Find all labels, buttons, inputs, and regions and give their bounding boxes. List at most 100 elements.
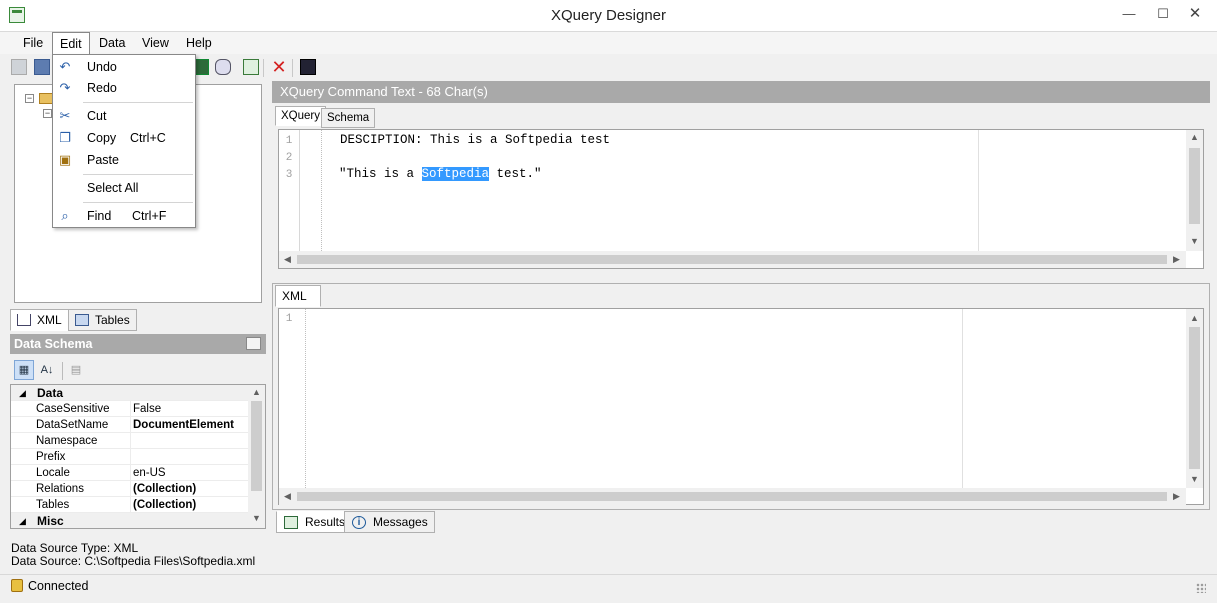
tab-schema[interactable]: Schema [321, 108, 376, 128]
vertical-scrollbar[interactable]: ▲ ▼ [1186, 309, 1203, 488]
property-row[interactable]: DataSetName DocumentElement [11, 417, 248, 433]
scroll-up-icon[interactable]: ▲ [248, 387, 265, 397]
scroll-left-icon[interactable]: ◀ [279, 491, 296, 502]
data-source-type: Data Source Type: XML [11, 541, 139, 555]
menu-item-select-all[interactable]: Select All [53, 177, 195, 199]
refresh-icon[interactable] [243, 59, 259, 75]
property-row[interactable]: Prefix [11, 449, 248, 465]
edit-menu-dropdown: ↶ Undo ↷ Redo ✂ Cut ❐ Copy Ctrl+C ▣ Past… [52, 54, 196, 228]
resize-grip-icon[interactable] [1196, 583, 1206, 593]
xml-output-editor[interactable]: 1 ▲ ▼ ◀ ▶ [278, 308, 1204, 505]
property-row[interactable]: Locale en-US [11, 465, 248, 481]
horizontal-scrollbar[interactable]: ◀ ▶ [279, 251, 1186, 268]
toolbar-separator [263, 59, 264, 77]
menu-item-find[interactable]: ⌕ Find Ctrl+F [53, 205, 195, 227]
scroll-up-icon[interactable]: ▲ [1186, 132, 1203, 142]
status-bar: Connected [0, 574, 1217, 596]
tree-collapse-icon[interactable]: − [43, 109, 52, 118]
scroll-right-icon[interactable]: ▶ [1168, 254, 1185, 265]
scroll-thumb[interactable] [297, 255, 1167, 264]
property-name: Locale [36, 467, 70, 479]
new-query-icon[interactable] [11, 59, 27, 75]
copy-icon: ❐ [59, 130, 71, 145]
paste-icon: ▣ [58, 152, 72, 167]
collapse-triangle-icon[interactable]: ◢ [19, 513, 26, 528]
column-divider [130, 417, 131, 433]
scroll-down-icon[interactable]: ▼ [248, 513, 265, 523]
property-value[interactable]: DocumentElement [133, 417, 248, 433]
scroll-down-icon[interactable]: ▼ [1186, 474, 1203, 484]
close-button[interactable]: ✕ [1180, 4, 1210, 24]
alphabetical-sort-icon[interactable]: A↓ [37, 360, 57, 380]
tab-xml[interactable]: XML [10, 309, 69, 331]
menu-file[interactable]: File [16, 32, 50, 54]
menu-view[interactable]: View [135, 32, 176, 54]
menu-item-paste[interactable]: ▣ Paste [53, 149, 195, 171]
vertical-scrollbar[interactable]: ▲ ▼ [1186, 130, 1203, 251]
scroll-thumb[interactable] [1189, 148, 1200, 224]
horizontal-scrollbar[interactable]: ◀ ▶ [279, 488, 1186, 505]
right-margin-guide [978, 130, 979, 251]
category-row[interactable]: ◢ Misc [11, 513, 248, 528]
scroll-thumb[interactable] [1189, 327, 1200, 469]
menu-item-copy[interactable]: ❐ Copy Ctrl+C [53, 127, 195, 149]
scroll-thumb[interactable] [297, 492, 1167, 501]
connect-icon[interactable] [34, 59, 50, 75]
collapse-triangle-icon[interactable]: ◢ [19, 385, 26, 401]
menu-separator [83, 174, 193, 175]
maximize-button[interactable]: ☐ [1148, 4, 1178, 24]
tab-messages[interactable]: i Messages [344, 511, 435, 533]
property-row[interactable]: Namespace [11, 433, 248, 449]
tab-xml-label: XML [37, 313, 62, 327]
menu-item-label: Undo [87, 60, 117, 74]
vertical-scrollbar[interactable]: ▲ ▼ [248, 385, 265, 528]
preview-icon[interactable] [215, 59, 231, 75]
tab-xquery[interactable]: XQuery [275, 106, 326, 126]
fold-margin [321, 130, 322, 251]
categorized-view-icon[interactable]: ▦ [14, 360, 34, 380]
property-name: CaseSensitive [36, 403, 110, 415]
scroll-thumb[interactable] [251, 401, 262, 491]
column-divider [130, 449, 131, 465]
tree-icon [17, 314, 31, 326]
tab-tables[interactable]: Tables [68, 309, 137, 331]
magnifier-icon: ⌕ [61, 208, 69, 223]
property-value[interactable]: (Collection) [133, 481, 248, 497]
menu-edit[interactable]: Edit [52, 32, 90, 56]
scroll-down-icon[interactable]: ▼ [1186, 236, 1203, 246]
tab-xml-output[interactable]: XML [275, 285, 321, 307]
property-value[interactable]: en-US [133, 465, 248, 481]
property-row[interactable]: Tables (Collection) [11, 497, 248, 513]
tree-collapse-icon[interactable]: − [25, 94, 34, 103]
property-grid[interactable]: ◢ Data CaseSensitive False DataSetName D… [10, 384, 266, 529]
menu-item-label: Find [87, 209, 112, 223]
menu-item-redo[interactable]: ↷ Redo [53, 77, 195, 99]
selected-text: Softpedia [421, 167, 490, 181]
delete-icon[interactable]: ✕ [271, 58, 287, 76]
property-row[interactable]: CaseSensitive False [11, 401, 248, 417]
menu-item-undo[interactable]: ↶ Undo [53, 56, 195, 78]
menu-item-cut[interactable]: ✂ Cut [53, 105, 195, 127]
scroll-left-icon[interactable]: ◀ [279, 254, 296, 265]
execute-icon[interactable] [300, 59, 316, 75]
query-editor[interactable]: 1 2 3 DESCIPTION: This is a Softpedia te… [278, 129, 1204, 269]
property-pages-icon[interactable] [246, 337, 261, 350]
property-value[interactable]: False [133, 401, 248, 417]
property-row[interactable]: Relations (Collection) [11, 481, 248, 497]
menu-data[interactable]: Data [92, 32, 132, 54]
menu-item-label: Cut [87, 109, 107, 123]
property-name: Relations [36, 483, 84, 495]
category-row[interactable]: ◢ Data [11, 385, 248, 401]
property-value[interactable]: (Collection) [133, 497, 248, 513]
scroll-up-icon[interactable]: ▲ [1186, 313, 1203, 323]
schema-panel-header: Data Schema [10, 334, 266, 354]
menu-item-label: Copy [87, 131, 117, 145]
code-text: "This is a [339, 167, 422, 181]
line-number: 1 [285, 313, 293, 325]
tab-results[interactable]: Results [276, 511, 353, 533]
scroll-right-icon[interactable]: ▶ [1168, 491, 1185, 502]
gutter-divider [299, 130, 300, 251]
minimize-button[interactable]: — [1114, 4, 1144, 24]
tab-results-label: Results [305, 515, 346, 529]
menu-help[interactable]: Help [179, 32, 219, 54]
